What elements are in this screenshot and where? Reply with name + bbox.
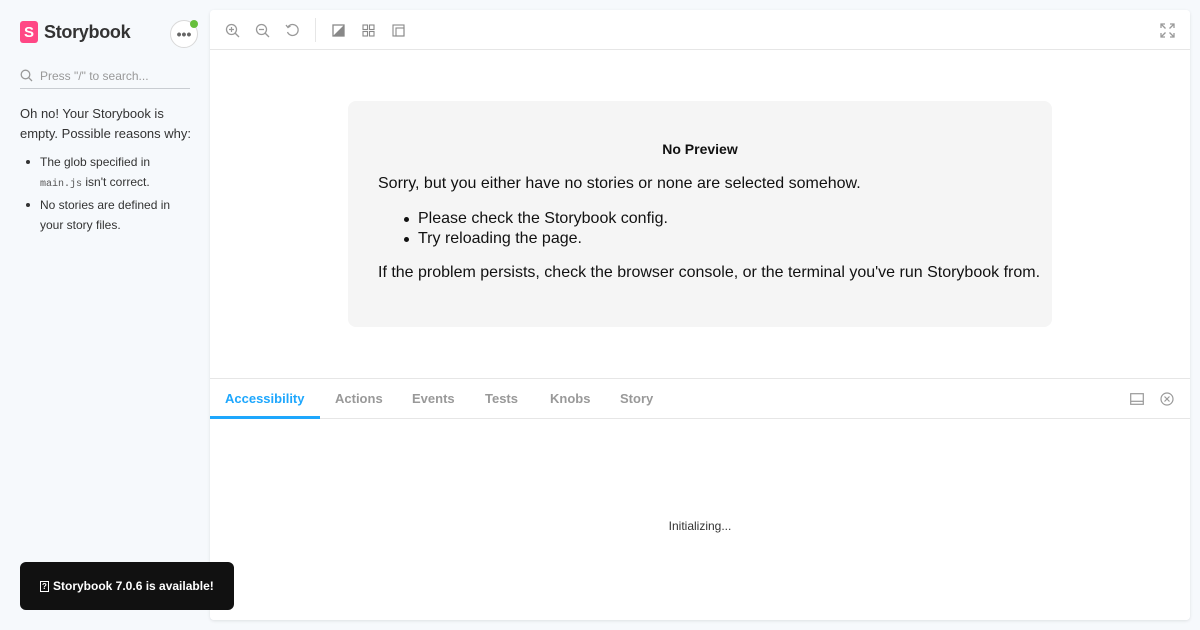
empty-reasons-list: The glob specified in main.js isn't corr… xyxy=(20,152,195,235)
tab-actions[interactable]: Actions xyxy=(320,379,398,419)
search-input[interactable] xyxy=(40,68,185,83)
main-panel: No Preview Sorry, but you either have no… xyxy=(210,10,1190,620)
sidebar: S Storybook ••• Oh no! Your Storybook is… xyxy=(0,0,210,630)
empty-message: Oh no! Your Storybook is empty. Possible… xyxy=(20,106,191,141)
panel-position-icon[interactable] xyxy=(1129,391,1145,407)
notification-icon: ? xyxy=(40,580,49,592)
no-preview-list: Please check the Storybook config. Try r… xyxy=(398,209,668,249)
list-item: Try reloading the page. xyxy=(398,229,668,249)
search-box[interactable] xyxy=(20,63,190,89)
close-panel-icon[interactable] xyxy=(1159,391,1175,407)
addons-panel: Accessibility Actions Events Tests Knobs… xyxy=(210,378,1190,620)
fullscreen-icon[interactable] xyxy=(1159,22,1175,38)
update-status-dot xyxy=(190,20,198,28)
no-preview-body: Sorry, but you either have no stories or… xyxy=(378,175,861,192)
tab-tests[interactable]: Tests xyxy=(470,379,533,419)
preview-area: No Preview Sorry, but you either have no… xyxy=(210,50,1190,378)
background-icon[interactable] xyxy=(330,22,346,38)
brand[interactable]: S Storybook xyxy=(20,20,131,44)
tab-events[interactable]: Events xyxy=(397,379,470,419)
ellipsis-icon: ••• xyxy=(176,26,192,42)
addon-tabs: Accessibility Actions Events Tests Knobs… xyxy=(210,379,1190,419)
no-preview-footer: If the problem persists, check the brows… xyxy=(378,264,1041,281)
search-icon xyxy=(20,69,34,83)
toolbar xyxy=(210,10,1190,50)
update-notification[interactable]: ? Storybook 7.0.6 is available! xyxy=(20,562,234,610)
no-preview-title: No Preview xyxy=(662,141,738,157)
list-item: Please check the Storybook config. xyxy=(398,209,668,229)
list-item: The glob specified in main.js isn't corr… xyxy=(20,152,195,195)
tab-accessibility[interactable]: Accessibility xyxy=(210,379,320,419)
zoom-out-icon[interactable] xyxy=(254,22,270,38)
toolbar-divider xyxy=(315,18,316,42)
code-snippet: main.js xyxy=(40,179,83,190)
tab-story[interactable]: Story xyxy=(605,379,668,419)
brand-name: Storybook xyxy=(44,21,131,42)
tab-knobs[interactable]: Knobs xyxy=(535,379,605,419)
no-preview-card: No Preview Sorry, but you either have no… xyxy=(348,101,1052,327)
notification-text: Storybook 7.0.6 is available! xyxy=(53,579,214,593)
outline-icon[interactable] xyxy=(390,22,406,38)
initializing-status: Initializing... xyxy=(668,519,732,533)
storybook-logo-icon: S xyxy=(20,21,38,43)
grid-icon[interactable] xyxy=(360,22,376,38)
zoom-reset-icon[interactable] xyxy=(284,22,300,38)
zoom-in-icon[interactable] xyxy=(224,22,240,38)
list-item: No stories are defined in your story fil… xyxy=(20,195,195,235)
